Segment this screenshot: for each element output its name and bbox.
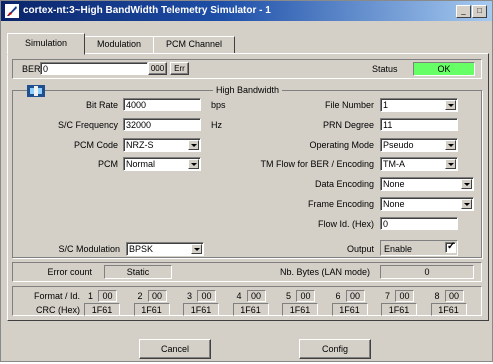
maximize-button[interactable]: □ bbox=[472, 5, 487, 18]
operating-mode-select[interactable]: Pseudo bbox=[380, 138, 458, 152]
data-encoding-value: None bbox=[383, 179, 405, 189]
error-count-label: Error count bbox=[47, 267, 92, 277]
sc-frequency-input[interactable]: 32000 bbox=[123, 118, 201, 131]
format-number: 8 bbox=[434, 291, 440, 301]
flow-id-input[interactable]: 0 bbox=[380, 217, 458, 230]
format-id-field[interactable]: 00 bbox=[98, 290, 117, 302]
format-number: 7 bbox=[385, 291, 391, 301]
tm-flow-value: TM-A bbox=[383, 159, 405, 169]
tm-flow-select[interactable]: TM-A bbox=[380, 157, 458, 171]
file-number-select[interactable]: 1 bbox=[380, 98, 458, 112]
pcm-select[interactable]: Normal bbox=[123, 157, 201, 171]
format-number: 5 bbox=[286, 291, 292, 301]
simulator-window: cortex-nt:3~High BandWidth Telemetry Sim… bbox=[0, 0, 493, 362]
sc-modulation-value: BPSK bbox=[129, 244, 154, 254]
format-number: 1 bbox=[88, 291, 94, 301]
pcm-value: Normal bbox=[126, 159, 156, 169]
crc-hex-label: CRC (Hex) bbox=[36, 305, 80, 315]
ber-label: BER bbox=[22, 64, 41, 74]
tab-pcm-channel[interactable]: PCM Channel bbox=[153, 36, 235, 54]
nb-bytes-value: 0 bbox=[380, 265, 474, 279]
format-id-field[interactable]: 00 bbox=[345, 290, 365, 302]
chevron-down-icon[interactable] bbox=[461, 179, 472, 189]
high-bandwidth-group bbox=[12, 90, 482, 258]
data-encoding-select[interactable]: None bbox=[380, 177, 474, 191]
tab-simulation[interactable]: Simulation bbox=[7, 33, 85, 55]
chevron-down-icon[interactable] bbox=[445, 100, 456, 110]
frame-encoding-value: None bbox=[383, 199, 405, 209]
format-id-field[interactable]: 00 bbox=[444, 290, 464, 302]
ber-value-field: 0 bbox=[40, 62, 148, 75]
satellite-icon bbox=[27, 85, 45, 97]
pcm-code-value: NRZ-S bbox=[126, 140, 154, 150]
format-number: 6 bbox=[335, 291, 341, 301]
crc-field: 1F61 bbox=[133, 303, 170, 316]
file-number-value: 1 bbox=[383, 100, 389, 110]
chevron-down-icon[interactable] bbox=[188, 159, 199, 169]
tab-modulation[interactable]: Modulation bbox=[84, 36, 154, 54]
output-value: Enable bbox=[384, 244, 413, 254]
output-enable-checkbox[interactable] bbox=[445, 241, 456, 253]
status-label: Status bbox=[372, 64, 398, 74]
app-icon bbox=[5, 4, 19, 18]
crc-field: 1F61 bbox=[331, 303, 368, 316]
error-count-value: Static bbox=[104, 265, 172, 279]
crc-field: 1F61 bbox=[430, 303, 467, 316]
window-title: cortex-nt:3~High BandWidth Telemetry Sim… bbox=[23, 5, 271, 16]
prn-degree-input[interactable]: 11 bbox=[380, 118, 458, 131]
sc-frequency-unit: Hz bbox=[211, 120, 222, 130]
format-id-field[interactable]: 00 bbox=[395, 290, 414, 302]
cancel-button[interactable]: Cancel bbox=[139, 339, 211, 359]
format-number: 2 bbox=[137, 291, 143, 301]
data-encoding-label: Data Encoding bbox=[314, 179, 374, 189]
frame-encoding-label: Frame Encoding bbox=[307, 199, 374, 209]
crc-field: 1F61 bbox=[381, 303, 417, 316]
nb-bytes-label: Nb. Bytes (LAN mode) bbox=[279, 267, 370, 277]
title-bar[interactable]: cortex-nt:3~High BandWidth Telemetry Sim… bbox=[1, 1, 492, 21]
error-button[interactable]: Err bbox=[170, 62, 189, 75]
flow-id-label: Flow Id. (Hex) bbox=[317, 219, 374, 229]
pcm-code-select[interactable]: NRZ-S bbox=[123, 138, 201, 152]
crc-field: 1F61 bbox=[84, 303, 120, 316]
output-label: Output bbox=[346, 244, 374, 254]
chevron-down-icon[interactable] bbox=[445, 140, 456, 150]
config-button[interactable]: Config bbox=[299, 339, 371, 359]
format-id-label: Format / Id. bbox=[33, 291, 80, 301]
chevron-down-icon[interactable] bbox=[191, 244, 202, 254]
minimize-button[interactable]: _ bbox=[456, 5, 471, 18]
bit-rate-label: Bit Rate bbox=[85, 100, 118, 110]
chevron-down-icon[interactable] bbox=[445, 159, 456, 169]
bit-rate-unit: bps bbox=[211, 100, 226, 110]
operating-mode-label: Operating Mode bbox=[309, 140, 374, 150]
sc-frequency-label: S/C Frequency bbox=[57, 120, 118, 130]
sc-modulation-label: S/C Modulation bbox=[58, 244, 120, 254]
simulation-panel: BER 0 000 Err Status OK High Bandwidth B… bbox=[7, 53, 489, 321]
chevron-down-icon[interactable] bbox=[461, 199, 472, 209]
pcm-label: PCM bbox=[98, 159, 118, 169]
crc-field: 1F61 bbox=[183, 303, 219, 316]
frame-encoding-select[interactable]: None bbox=[380, 197, 474, 211]
tm-flow-label: TM Flow for BER / Encoding bbox=[260, 159, 374, 169]
file-number-label: File Number bbox=[324, 100, 374, 110]
crc-field: 1F61 bbox=[282, 303, 318, 316]
sc-modulation-select[interactable]: BPSK bbox=[126, 242, 204, 256]
format-number: 4 bbox=[236, 291, 242, 301]
chevron-down-icon[interactable] bbox=[188, 140, 199, 150]
ber-zero-button[interactable]: 000 bbox=[148, 62, 167, 75]
format-id-field[interactable]: 00 bbox=[197, 290, 216, 302]
status-indicator: OK bbox=[413, 62, 475, 76]
format-id-field[interactable]: 00 bbox=[296, 290, 315, 302]
prn-degree-label: PRN Degree bbox=[322, 120, 374, 130]
format-number: 3 bbox=[187, 291, 193, 301]
crc-field: 1F61 bbox=[232, 303, 269, 316]
operating-mode-value: Pseudo bbox=[383, 140, 414, 150]
format-id-field[interactable]: 00 bbox=[147, 290, 167, 302]
pcm-code-label: PCM Code bbox=[73, 140, 118, 150]
format-id-field[interactable]: 00 bbox=[246, 290, 266, 302]
group-title: High Bandwidth bbox=[213, 85, 283, 96]
bit-rate-input[interactable]: 4000 bbox=[123, 98, 201, 111]
